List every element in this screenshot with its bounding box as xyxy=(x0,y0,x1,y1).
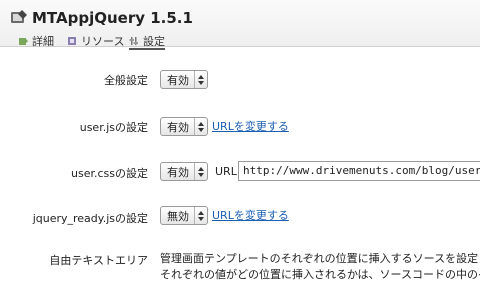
tab-settings-label: 設定 xyxy=(143,35,165,48)
general-setting-value: 有効 xyxy=(167,73,189,87)
general-setting-select[interactable]: 有効 xyxy=(160,70,208,89)
usercss-url-input[interactable]: http://www.drivemenuts.com/blog/user.css xyxy=(238,161,480,181)
usercss-url-label: URL xyxy=(215,165,237,178)
tab-details-label: 詳細 xyxy=(32,35,54,48)
jquery-ready-change-url-link[interactable]: URLを変更する xyxy=(212,207,289,223)
puzzle-icon xyxy=(19,38,28,45)
select-arrows-icon xyxy=(194,118,207,135)
usercss-setting-value: 有効 xyxy=(167,165,189,179)
resource-icon xyxy=(68,37,76,45)
usercss-setting-select[interactable]: 有効 xyxy=(160,162,208,181)
free-text-description-line1: 管理画面テンプレートのそれぞれの位置に挿入するソースを設定し xyxy=(160,252,480,265)
tab-details[interactable]: 詳細 xyxy=(18,35,54,48)
jquery-ready-setting-select[interactable]: 無効 xyxy=(160,206,208,225)
jquery-ready-setting-label: jquery_ready.jsの設定 xyxy=(32,212,148,225)
plugin-title: MTAppjQuery 1.5.1 xyxy=(32,9,193,27)
userjs-change-url-link[interactable]: URLを変更する xyxy=(212,118,289,134)
userjs-setting-label: user.jsの設定 xyxy=(79,121,148,134)
select-arrows-icon xyxy=(194,207,207,224)
userjs-setting-value: 有効 xyxy=(167,120,189,134)
tab-resources-label: リソース xyxy=(81,35,125,48)
tab-resources[interactable]: リソース xyxy=(67,35,125,48)
plugin-icon xyxy=(10,9,28,27)
plugin-header: MTAppjQuery 1.5.1 詳細 リソース 設定 xyxy=(0,0,480,50)
select-arrows-icon xyxy=(194,163,207,180)
settings-icon xyxy=(129,37,138,45)
select-arrows-icon xyxy=(194,71,207,88)
free-text-area-label: 自由テキストエリア xyxy=(49,254,148,267)
free-text-description-line2: それぞれの値がどの位置に挿入されるかは、ソースコードの中の<! xyxy=(160,268,480,281)
jquery-ready-setting-value: 無効 xyxy=(167,209,189,223)
userjs-setting-select[interactable]: 有効 xyxy=(160,117,208,136)
tab-settings[interactable]: 設定 xyxy=(129,35,165,50)
general-setting-label: 全般設定 xyxy=(104,74,148,87)
usercss-setting-label: user.cssの設定 xyxy=(71,167,148,180)
